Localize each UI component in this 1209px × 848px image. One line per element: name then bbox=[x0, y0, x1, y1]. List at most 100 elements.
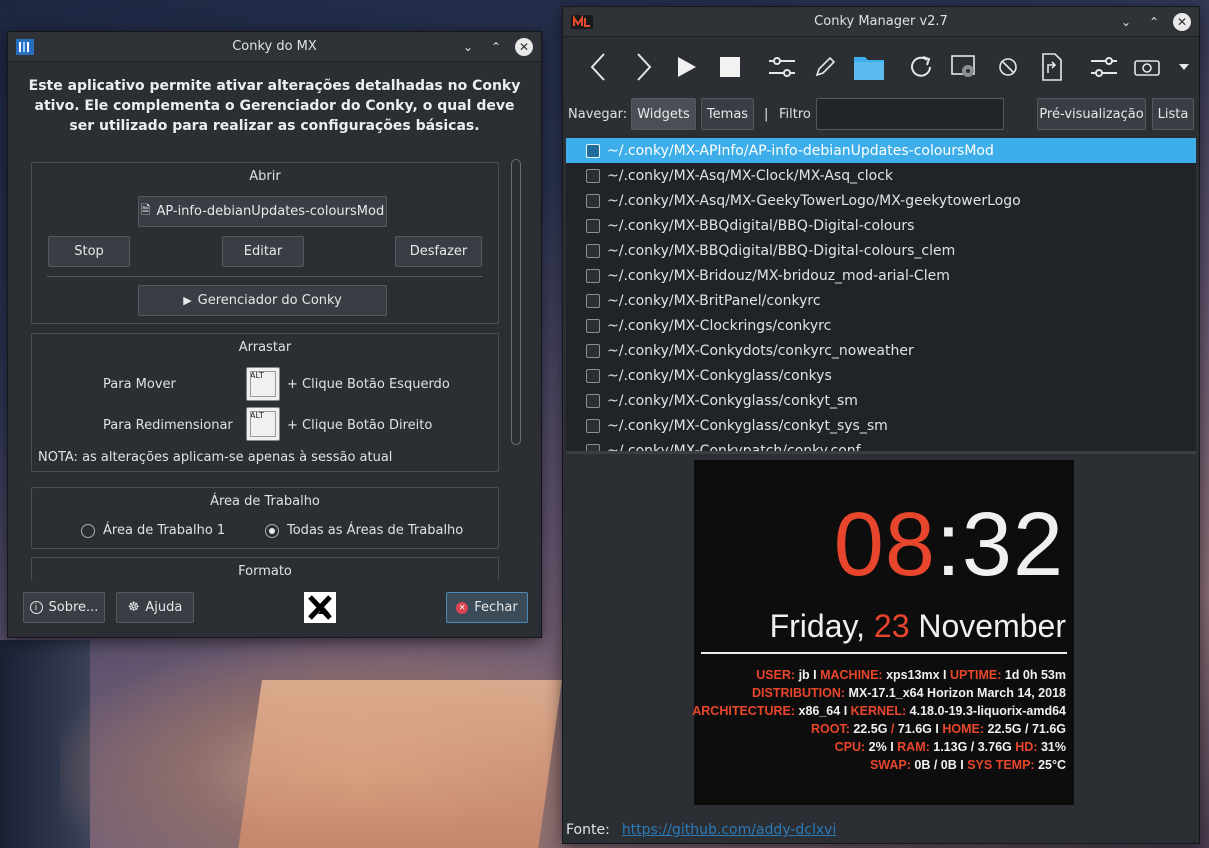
widget-list-item[interactable]: ~/.conky/MX-Conkyglass/conkyt_sys_sm bbox=[566, 413, 1196, 438]
sysinfo-value: 22.5G bbox=[853, 722, 891, 736]
pane-splitter[interactable] bbox=[566, 451, 1196, 454]
widget-path: ~/.conky/MX-BBQdigital/BBQ-Digital-colou… bbox=[607, 217, 915, 234]
conky-do-mx-window: Conky do MX ⌄ ⌃ ✕ Este aplicativo permit… bbox=[7, 31, 542, 638]
widget-list-item[interactable]: ~/.conky/MX-APInfo/AP-info-debianUpdates… bbox=[566, 138, 1196, 163]
settings-sliders-icon[interactable] bbox=[760, 45, 804, 89]
widget-list-item[interactable]: ~/.conky/MX-Clockrings/conkyrc bbox=[566, 313, 1196, 338]
widget-checkbox[interactable] bbox=[586, 393, 600, 408]
open-file-button[interactable]: 🗎 AP-info-debianUpdates-coloursMod bbox=[138, 196, 387, 227]
mx-titlebar[interactable]: Conky do MX ⌄ ⌃ ✕ bbox=[8, 32, 541, 62]
widget-checkbox[interactable] bbox=[586, 143, 600, 158]
minimize-chevron-icon[interactable]: ⌄ bbox=[1117, 13, 1135, 31]
stop-icon[interactable] bbox=[708, 45, 752, 89]
source-link[interactable]: https://github.com/addy-dclxvi bbox=[622, 822, 837, 838]
fechar-button[interactable]: ✕ Fechar bbox=[446, 592, 528, 623]
radio-all-areas-label[interactable]: Todas as Áreas de Trabalho bbox=[287, 523, 463, 538]
widget-path: ~/.conky/MX-Asq/MX-GeekyTowerLogo/MX-gee… bbox=[607, 192, 1021, 209]
disable-icon[interactable] bbox=[986, 45, 1030, 89]
widgets-button[interactable]: Widgets bbox=[631, 98, 696, 130]
widget-checkbox[interactable] bbox=[586, 193, 600, 208]
sysinfo-value: I bbox=[886, 740, 898, 754]
widget-list-item[interactable]: ~/.conky/MX-Conkyglass/conkyt_sm bbox=[566, 388, 1196, 413]
preview-date: Friday, 23 November bbox=[770, 608, 1066, 645]
sysinfo-value: 1.13G / 3.76G bbox=[933, 740, 1012, 754]
minimize-chevron-icon[interactable]: ⌄ bbox=[459, 38, 477, 56]
widget-list-item[interactable]: ~/.conky/MX-Asq/MX-GeekyTowerLogo/MX-gee… bbox=[566, 188, 1196, 213]
maximize-chevron-icon[interactable]: ⌃ bbox=[1145, 13, 1163, 31]
widget-list-item[interactable]: ~/.conky/MX-Bridouz/MX-bridouz_mod-arial… bbox=[566, 263, 1196, 288]
open-file-label: AP-info-debianUpdates-coloursMod bbox=[156, 204, 385, 219]
abrir-title: Abrir bbox=[249, 169, 281, 184]
play-icon[interactable] bbox=[664, 45, 708, 89]
main-toolbar bbox=[563, 38, 1199, 96]
widget-list-item[interactable]: ~/.conky/MX-BritPanel/conkyrc bbox=[566, 288, 1196, 313]
sobre-button[interactable]: i Sobre... bbox=[23, 592, 105, 623]
widget-list-item[interactable]: ~/.conky/MX-BBQdigital/BBQ-Digital-colou… bbox=[566, 213, 1196, 238]
sysinfo-value: xps13mx bbox=[886, 668, 940, 682]
lista-button[interactable]: Lista bbox=[1152, 98, 1194, 130]
sysinfo-key: KERNEL: bbox=[850, 704, 910, 718]
widget-path: ~/.conky/MX-Bridouz/MX-bridouz_mod-arial… bbox=[607, 267, 950, 284]
intro-text: Este aplicativo permite ativar alteraçõe… bbox=[28, 78, 521, 134]
help-lifebuoy-icon: ☸ bbox=[127, 600, 140, 615]
temas-button[interactable]: Temas bbox=[701, 98, 754, 130]
stop-button[interactable]: Stop bbox=[48, 236, 130, 267]
widget-checkbox[interactable] bbox=[586, 443, 600, 451]
widget-list-item[interactable]: ~/.conky/MX-Conkydots/conkyrc_noweather bbox=[566, 338, 1196, 363]
widget-checkbox[interactable] bbox=[586, 293, 600, 308]
options-sliders-icon[interactable] bbox=[1082, 45, 1126, 89]
camera-icon[interactable] bbox=[1125, 45, 1169, 89]
back-icon[interactable] bbox=[577, 45, 621, 89]
close-icon[interactable]: ✕ bbox=[515, 38, 533, 56]
fonte-label: Fonte: bbox=[566, 822, 610, 838]
sysinfo-key: MACHINE: bbox=[820, 668, 887, 682]
desfazer-button[interactable]: Desfazer bbox=[395, 236, 482, 267]
widget-path: ~/.conky/MX-APInfo/AP-info-debianUpdates… bbox=[607, 142, 994, 159]
forward-icon[interactable] bbox=[621, 45, 665, 89]
widget-checkbox[interactable] bbox=[586, 268, 600, 283]
widget-checkbox[interactable] bbox=[586, 243, 600, 258]
refresh-icon[interactable] bbox=[899, 45, 943, 89]
sysinfo-key: SYS TEMP: bbox=[967, 758, 1039, 772]
widget-path: ~/.conky/MX-BritPanel/conkyrc bbox=[607, 292, 821, 309]
temas-label: Temas bbox=[706, 106, 749, 122]
dropdown-arrow-icon[interactable] bbox=[1169, 45, 1199, 89]
close-icon[interactable]: ✕ bbox=[1173, 13, 1191, 31]
widget-path: ~/.conky/MX-Asq/MX-Clock/MX-Asq_clock bbox=[607, 167, 894, 184]
filtro-input[interactable] bbox=[816, 98, 1004, 130]
cm-titlebar[interactable]: Conky Manager v2.7 ⌄ ⌃ ✕ bbox=[563, 7, 1199, 37]
folder-icon[interactable] bbox=[847, 45, 891, 89]
editar-button[interactable]: Editar bbox=[222, 236, 304, 267]
widget-list-item[interactable]: ~/.conky/MX-Asq/MX-Clock/MX-Asq_clock bbox=[566, 163, 1196, 188]
preview-label: Pré-visualização bbox=[1039, 106, 1144, 122]
ajuda-button[interactable]: ☸ Ajuda bbox=[116, 592, 194, 623]
widget-checkbox[interactable] bbox=[586, 168, 600, 183]
gerenciador-button[interactable]: ▶ Gerenciador do Conky bbox=[138, 285, 387, 316]
widget-path: ~/.conky/MX-Conkypatch/conky.conf bbox=[607, 442, 861, 452]
navigation-row: Navegar: Widgets Temas | Filtro Pré-visu… bbox=[563, 98, 1199, 132]
sysinfo-key: CPU: bbox=[834, 740, 869, 754]
edit-pencil-icon[interactable] bbox=[804, 45, 848, 89]
sysinfo-value: 2% bbox=[868, 740, 887, 754]
widget-checkbox[interactable] bbox=[586, 343, 600, 358]
widget-path: ~/.conky/MX-Conkyglass/conkyt_sm bbox=[607, 392, 858, 409]
maximize-chevron-icon[interactable]: ⌃ bbox=[487, 38, 505, 56]
widget-checkbox[interactable] bbox=[586, 418, 600, 433]
widget-checkbox[interactable] bbox=[586, 318, 600, 333]
desfazer-label: Desfazer bbox=[409, 244, 468, 259]
widget-list-item[interactable]: ~/.conky/MX-BBQdigital/BBQ-Digital-colou… bbox=[566, 238, 1196, 263]
export-icon[interactable] bbox=[1030, 45, 1074, 89]
widget-list-item[interactable]: ~/.conky/MX-Conkyglass/conkys bbox=[566, 363, 1196, 388]
widget-list-item[interactable]: ~/.conky/MX-Conkypatch/conky.conf bbox=[566, 438, 1196, 451]
widget-path: ~/.conky/MX-Conkydots/conkyrc_noweather bbox=[607, 342, 914, 359]
widget-checkbox[interactable] bbox=[586, 218, 600, 233]
widget-checkbox[interactable] bbox=[586, 368, 600, 383]
vertical-scrollbar[interactable] bbox=[511, 159, 521, 445]
radio-all-areas[interactable] bbox=[265, 524, 279, 538]
radio-area-1-label[interactable]: Área de Trabalho 1 bbox=[103, 523, 225, 538]
sysinfo-line: DISTRIBUTION: MX-17.1_x64 Horizon March … bbox=[692, 684, 1066, 702]
conky-preview-image: 08:32 Friday, 23 November USER: jb I MAC… bbox=[692, 460, 1074, 805]
preview-button[interactable]: Pré-visualização bbox=[1037, 98, 1146, 130]
preview-gear-icon[interactable] bbox=[943, 45, 987, 89]
radio-area-1[interactable] bbox=[81, 524, 95, 538]
